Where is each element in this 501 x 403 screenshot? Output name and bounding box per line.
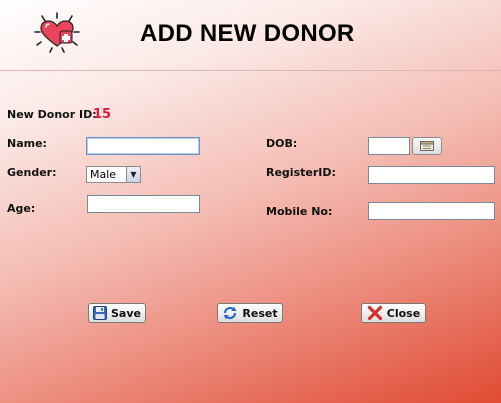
heart-logo-icon <box>32 12 82 56</box>
page-title: ADD NEW DONOR <box>140 20 355 47</box>
save-button[interactable]: Save <box>88 303 146 323</box>
close-button[interactable]: Close <box>361 303 426 323</box>
close-icon <box>367 305 382 321</box>
reset-button[interactable]: Reset <box>217 303 283 323</box>
donor-id-label: New Donor ID: <box>7 108 97 121</box>
mobile-input[interactable] <box>368 202 495 220</box>
close-button-label: Close <box>386 306 421 320</box>
header-divider <box>0 70 501 71</box>
dob-input[interactable] <box>368 137 410 155</box>
name-label: Name: <box>7 137 47 150</box>
date-picker-button[interactable] <box>412 137 442 155</box>
register-id-label: RegisterID: <box>266 166 336 179</box>
chevron-down-icon[interactable]: ▼ <box>126 167 140 182</box>
donor-id-value: 15 <box>93 107 112 122</box>
gender-select[interactable]: Male ▼ <box>86 166 141 183</box>
floppy-disk-icon <box>93 306 107 320</box>
register-id-input[interactable] <box>368 166 495 184</box>
refresh-icon <box>223 306 237 320</box>
gender-select-value: Male <box>90 168 117 181</box>
mobile-label: Mobile No: <box>266 205 333 218</box>
save-button-label: Save <box>111 306 141 320</box>
dob-label: DOB: <box>266 137 298 150</box>
name-input[interactable] <box>86 137 200 155</box>
calendar-icon <box>420 141 434 151</box>
gender-label: Gender: <box>7 166 57 179</box>
age-label: Age: <box>7 202 36 215</box>
age-input[interactable] <box>87 195 200 213</box>
reset-button-label: Reset <box>242 306 278 320</box>
